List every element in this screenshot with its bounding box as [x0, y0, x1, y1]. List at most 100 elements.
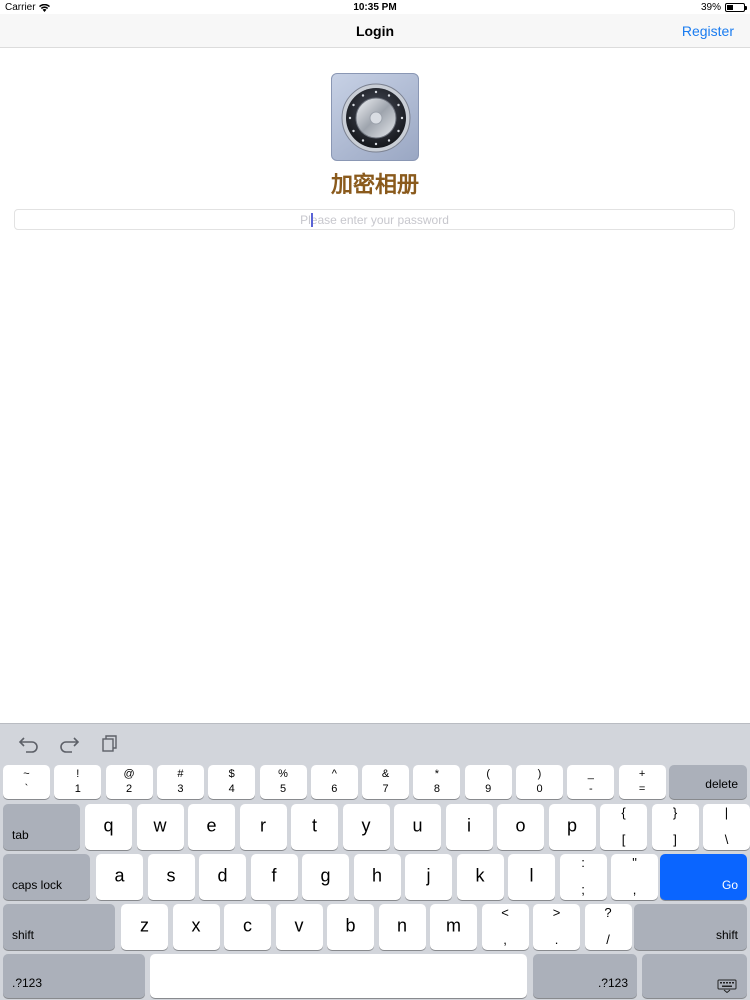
shift-left-key-label: shift — [12, 928, 35, 942]
key-u[interactable]: u — [394, 804, 441, 850]
number-key-10[interactable]: ) 0 — [516, 765, 563, 799]
key-o[interactable]: o — [497, 804, 544, 850]
number-key-5[interactable]: % 5 — [259, 765, 307, 799]
key-v[interactable]: v — [275, 904, 323, 950]
number-key-8[interactable]: * 8 — [413, 765, 461, 799]
number-key-11-label: - — [588, 783, 593, 795]
dismiss-keyboard-key[interactable] — [642, 954, 747, 998]
symbol-key-r4-1-shift-label: > — [552, 905, 561, 920]
shift-right-key[interactable]: shift — [634, 904, 747, 950]
delete-key-label: delete — [705, 777, 738, 791]
numbers-left-key[interactable]: .?123 — [3, 954, 145, 998]
key-w[interactable]: w — [136, 804, 184, 850]
symbol-key-r4-1[interactable]: >. — [533, 904, 580, 950]
key-s[interactable]: s — [147, 854, 195, 900]
number-key-10-label: 0 — [536, 783, 543, 795]
key-d[interactable]: d — [199, 854, 246, 900]
shift-left-key[interactable]: shift — [3, 904, 115, 950]
space-key[interactable] — [150, 954, 527, 998]
number-key-6[interactable]: ^ 6 — [310, 765, 358, 799]
key-e[interactable]: e — [188, 804, 235, 850]
register-button[interactable]: Register — [682, 23, 734, 39]
symbol-key-r2-0[interactable]: {[ — [600, 804, 647, 850]
symbol-key-r2-2[interactable]: | \ — [703, 804, 750, 850]
key-k-label: k — [475, 865, 485, 886]
text-caret — [311, 213, 313, 227]
symbol-key-r2-0-label: [ — [621, 832, 626, 847]
key-g[interactable]: g — [302, 854, 349, 900]
key-u-label: u — [412, 815, 423, 836]
numbers-right-key-label: .?123 — [597, 976, 628, 990]
symbol-key-r3-1-shift-label: " — [632, 855, 637, 870]
numbers-right-key[interactable]: .?123 — [533, 954, 637, 998]
symbol-key-r4-0-shift-label: < — [501, 905, 509, 920]
symbol-key-r2-1-label: ] — [673, 832, 677, 847]
key-o-label: o — [515, 815, 526, 836]
number-key-3[interactable]: #3 — [156, 765, 204, 799]
navigation-bar: Login Register — [0, 14, 750, 48]
number-key-6-shift-label: ^ — [331, 768, 337, 780]
keyboard-dismiss-icon — [717, 979, 737, 993]
numbers-left-key-label: .?123 — [12, 976, 43, 990]
password-field[interactable] — [14, 209, 735, 230]
status-time: 10:35 PM — [353, 2, 397, 13]
key-z[interactable]: z — [121, 904, 168, 950]
key-l[interactable]: l — [508, 854, 555, 900]
number-key-12[interactable]: + = — [618, 765, 666, 799]
symbol-key-r3-0[interactable]: :; — [559, 854, 607, 900]
caps-lock-key[interactable]: caps lock — [3, 854, 90, 900]
battery-percent: 39% — [700, 2, 721, 13]
symbol-key-r4-0[interactable]: <, — [481, 904, 529, 950]
key-h-label: h — [371, 865, 382, 886]
key-c[interactable]: c — [224, 904, 271, 950]
key-r[interactable]: r — [239, 804, 287, 850]
symbol-key-r2-1[interactable]: }] — [651, 804, 699, 850]
number-key-2-label: 2 — [126, 783, 133, 795]
symbol-key-r3-1[interactable]: ", — [611, 854, 658, 900]
key-t[interactable]: t — [291, 804, 338, 850]
tab-key-label: tab — [12, 828, 29, 842]
redo-icon[interactable] — [58, 734, 80, 754]
number-key-3-label: 3 — [177, 783, 184, 795]
key-h[interactable]: h — [353, 854, 401, 900]
status-right: 39% — [700, 2, 747, 13]
key-a[interactable]: a — [96, 854, 143, 900]
number-key-4[interactable]: $4 — [208, 765, 256, 799]
number-key-12-shift-label: + — [638, 768, 646, 780]
number-key-1[interactable]: ! 1 — [54, 765, 102, 799]
number-key-0[interactable]: ~ ` — [3, 765, 50, 799]
password-input[interactable] — [15, 210, 734, 229]
symbol-key-r4-2[interactable]: ? / — [584, 904, 632, 950]
key-i[interactable]: i — [445, 804, 493, 850]
key-k[interactable]: k — [456, 854, 504, 900]
key-m[interactable]: m — [430, 904, 477, 950]
key-f-label: f — [271, 865, 277, 886]
go-key[interactable]: Go — [660, 854, 747, 900]
key-f[interactable]: f — [250, 854, 298, 900]
delete-key[interactable]: delete — [669, 765, 747, 799]
keyboard-shortcut-bar — [0, 724, 750, 764]
key-q[interactable]: q — [85, 804, 132, 850]
symbol-key-r2-2-label: \ — [724, 832, 729, 847]
key-p[interactable]: p — [548, 804, 596, 850]
symbol-key-r3-1-label: , — [632, 882, 637, 897]
tab-key[interactable]: tab — [3, 804, 80, 850]
symbol-key-r2-2-shift-label: | — [724, 805, 729, 820]
key-x[interactable]: x — [172, 904, 220, 950]
number-key-9[interactable]: (9 — [464, 765, 512, 799]
symbol-key-r3-0-label: ; — [581, 882, 585, 897]
number-key-1-label: 1 — [74, 783, 81, 795]
key-b[interactable]: b — [327, 904, 374, 950]
key-v-label: v — [294, 915, 304, 936]
undo-icon[interactable] — [18, 734, 40, 754]
number-key-8-shift-label: * — [434, 768, 440, 780]
key-j[interactable]: j — [405, 854, 452, 900]
number-key-7[interactable]: & 7 — [362, 765, 410, 799]
key-d-label: d — [217, 865, 228, 886]
paste-icon[interactable] — [98, 734, 120, 754]
number-key-11[interactable]: _ - — [567, 765, 615, 799]
number-key-2[interactable]: @2 — [105, 765, 153, 799]
key-n[interactable]: n — [378, 904, 426, 950]
number-key-0-label: ` — [24, 783, 29, 795]
key-y[interactable]: y — [342, 804, 390, 850]
